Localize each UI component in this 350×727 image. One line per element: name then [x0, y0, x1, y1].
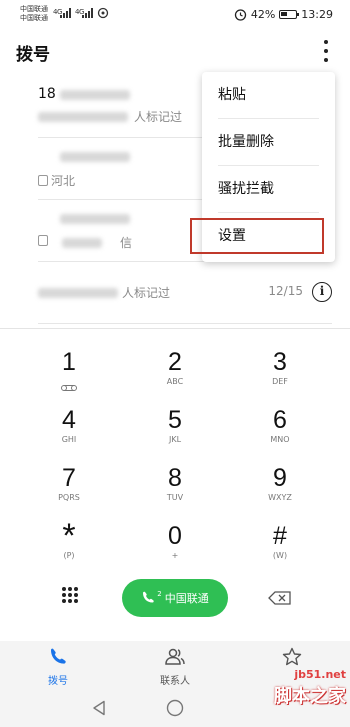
watermark-text: 脚本之家	[274, 686, 346, 707]
key-0[interactable]: 0 +	[117, 519, 233, 577]
call-note: 人标记过	[134, 110, 183, 124]
tab-dialer[interactable]: 拨号	[18, 647, 98, 687]
key-star[interactable]: * (P)	[11, 519, 127, 577]
battery-percent: 42%	[250, 7, 276, 21]
call-carrier-label: 中国联通	[164, 592, 209, 605]
battery-icon	[279, 9, 300, 19]
highlight-box	[190, 218, 324, 254]
data-activity-icon	[97, 7, 109, 19]
signal-icon	[60, 8, 71, 18]
key-5[interactable]: 5 JKL	[117, 403, 233, 461]
contacts-icon	[165, 648, 185, 665]
blurred-text	[38, 112, 128, 122]
call-log-item[interactable]: 人标记过 12/15 i	[0, 262, 350, 324]
back-nav-icon[interactable]	[92, 700, 106, 716]
phone-sim-icon	[143, 591, 154, 603]
call-location	[38, 234, 51, 248]
status-bar: 中国联通 中国联通 4G 4G 42% 13:29	[0, 0, 350, 28]
call-sim-number: 2	[157, 590, 162, 598]
call-button[interactable]: 2 中国联通	[122, 579, 228, 617]
blurred-text	[60, 152, 130, 162]
page-title: 拨号	[16, 45, 50, 65]
key-6[interactable]: 6 MNO	[222, 403, 338, 461]
key-9[interactable]: 9 WXYZ	[222, 461, 338, 519]
star-icon	[282, 647, 302, 666]
home-nav-icon[interactable]	[166, 699, 184, 717]
menu-item-paste[interactable]: 粘贴	[218, 72, 319, 119]
dialpad: 1 2 ABC 3 DEF 4 GHI 5 JKL 6 MNO 7 PQRS 8 TUV 9W…	[0, 328, 350, 641]
carrier-1: 中国联通	[20, 5, 48, 13]
blurred-text	[60, 214, 130, 224]
menu-item-harassment-block[interactable]: 骚扰拦截	[218, 166, 319, 213]
key-4[interactable]: 4 GHI	[11, 403, 127, 461]
call-note: 人标记过	[122, 286, 171, 300]
key-hash[interactable]: # (W)	[222, 519, 338, 577]
sim-icon	[38, 175, 48, 186]
key-8[interactable]: 8 TUV	[117, 461, 233, 519]
call-date: 12/15	[268, 284, 303, 298]
caller-number: 18	[38, 86, 56, 102]
blurred-text	[60, 90, 130, 100]
key-3[interactable]: 3 DEF	[222, 345, 338, 403]
watermark-url: jb51.net	[294, 668, 346, 681]
watermark-logo: jb51.net 脚本之家	[274, 668, 346, 708]
divider	[38, 323, 332, 324]
sim-icon	[38, 235, 48, 246]
carrier-2: 中国联通	[20, 14, 48, 22]
dialpad-toggle-icon[interactable]	[62, 587, 78, 603]
blurred-text	[38, 288, 118, 298]
tab-contacts[interactable]: 联系人	[135, 647, 215, 687]
blurred-text	[62, 238, 102, 248]
info-icon[interactable]: i	[312, 282, 332, 302]
key-7[interactable]: 7 PQRS	[11, 461, 127, 519]
menu-item-batch-delete[interactable]: 批量删除	[218, 119, 319, 166]
alarm-icon	[234, 8, 246, 21]
call-note: 信	[120, 236, 133, 250]
call-location: 河北	[38, 172, 75, 189]
more-vert-icon[interactable]	[322, 40, 330, 62]
voicemail-icon	[61, 385, 77, 391]
key-2[interactable]: 2 ABC	[117, 345, 233, 403]
clock: 13:29	[301, 7, 333, 21]
status-right-group: 42% 13:29	[234, 7, 333, 21]
key-1[interactable]: 1	[11, 345, 127, 403]
signal-icon-2	[82, 8, 93, 18]
backspace-icon[interactable]	[268, 591, 292, 605]
phone-icon	[51, 648, 66, 664]
app-bar: 拨号	[0, 28, 350, 76]
